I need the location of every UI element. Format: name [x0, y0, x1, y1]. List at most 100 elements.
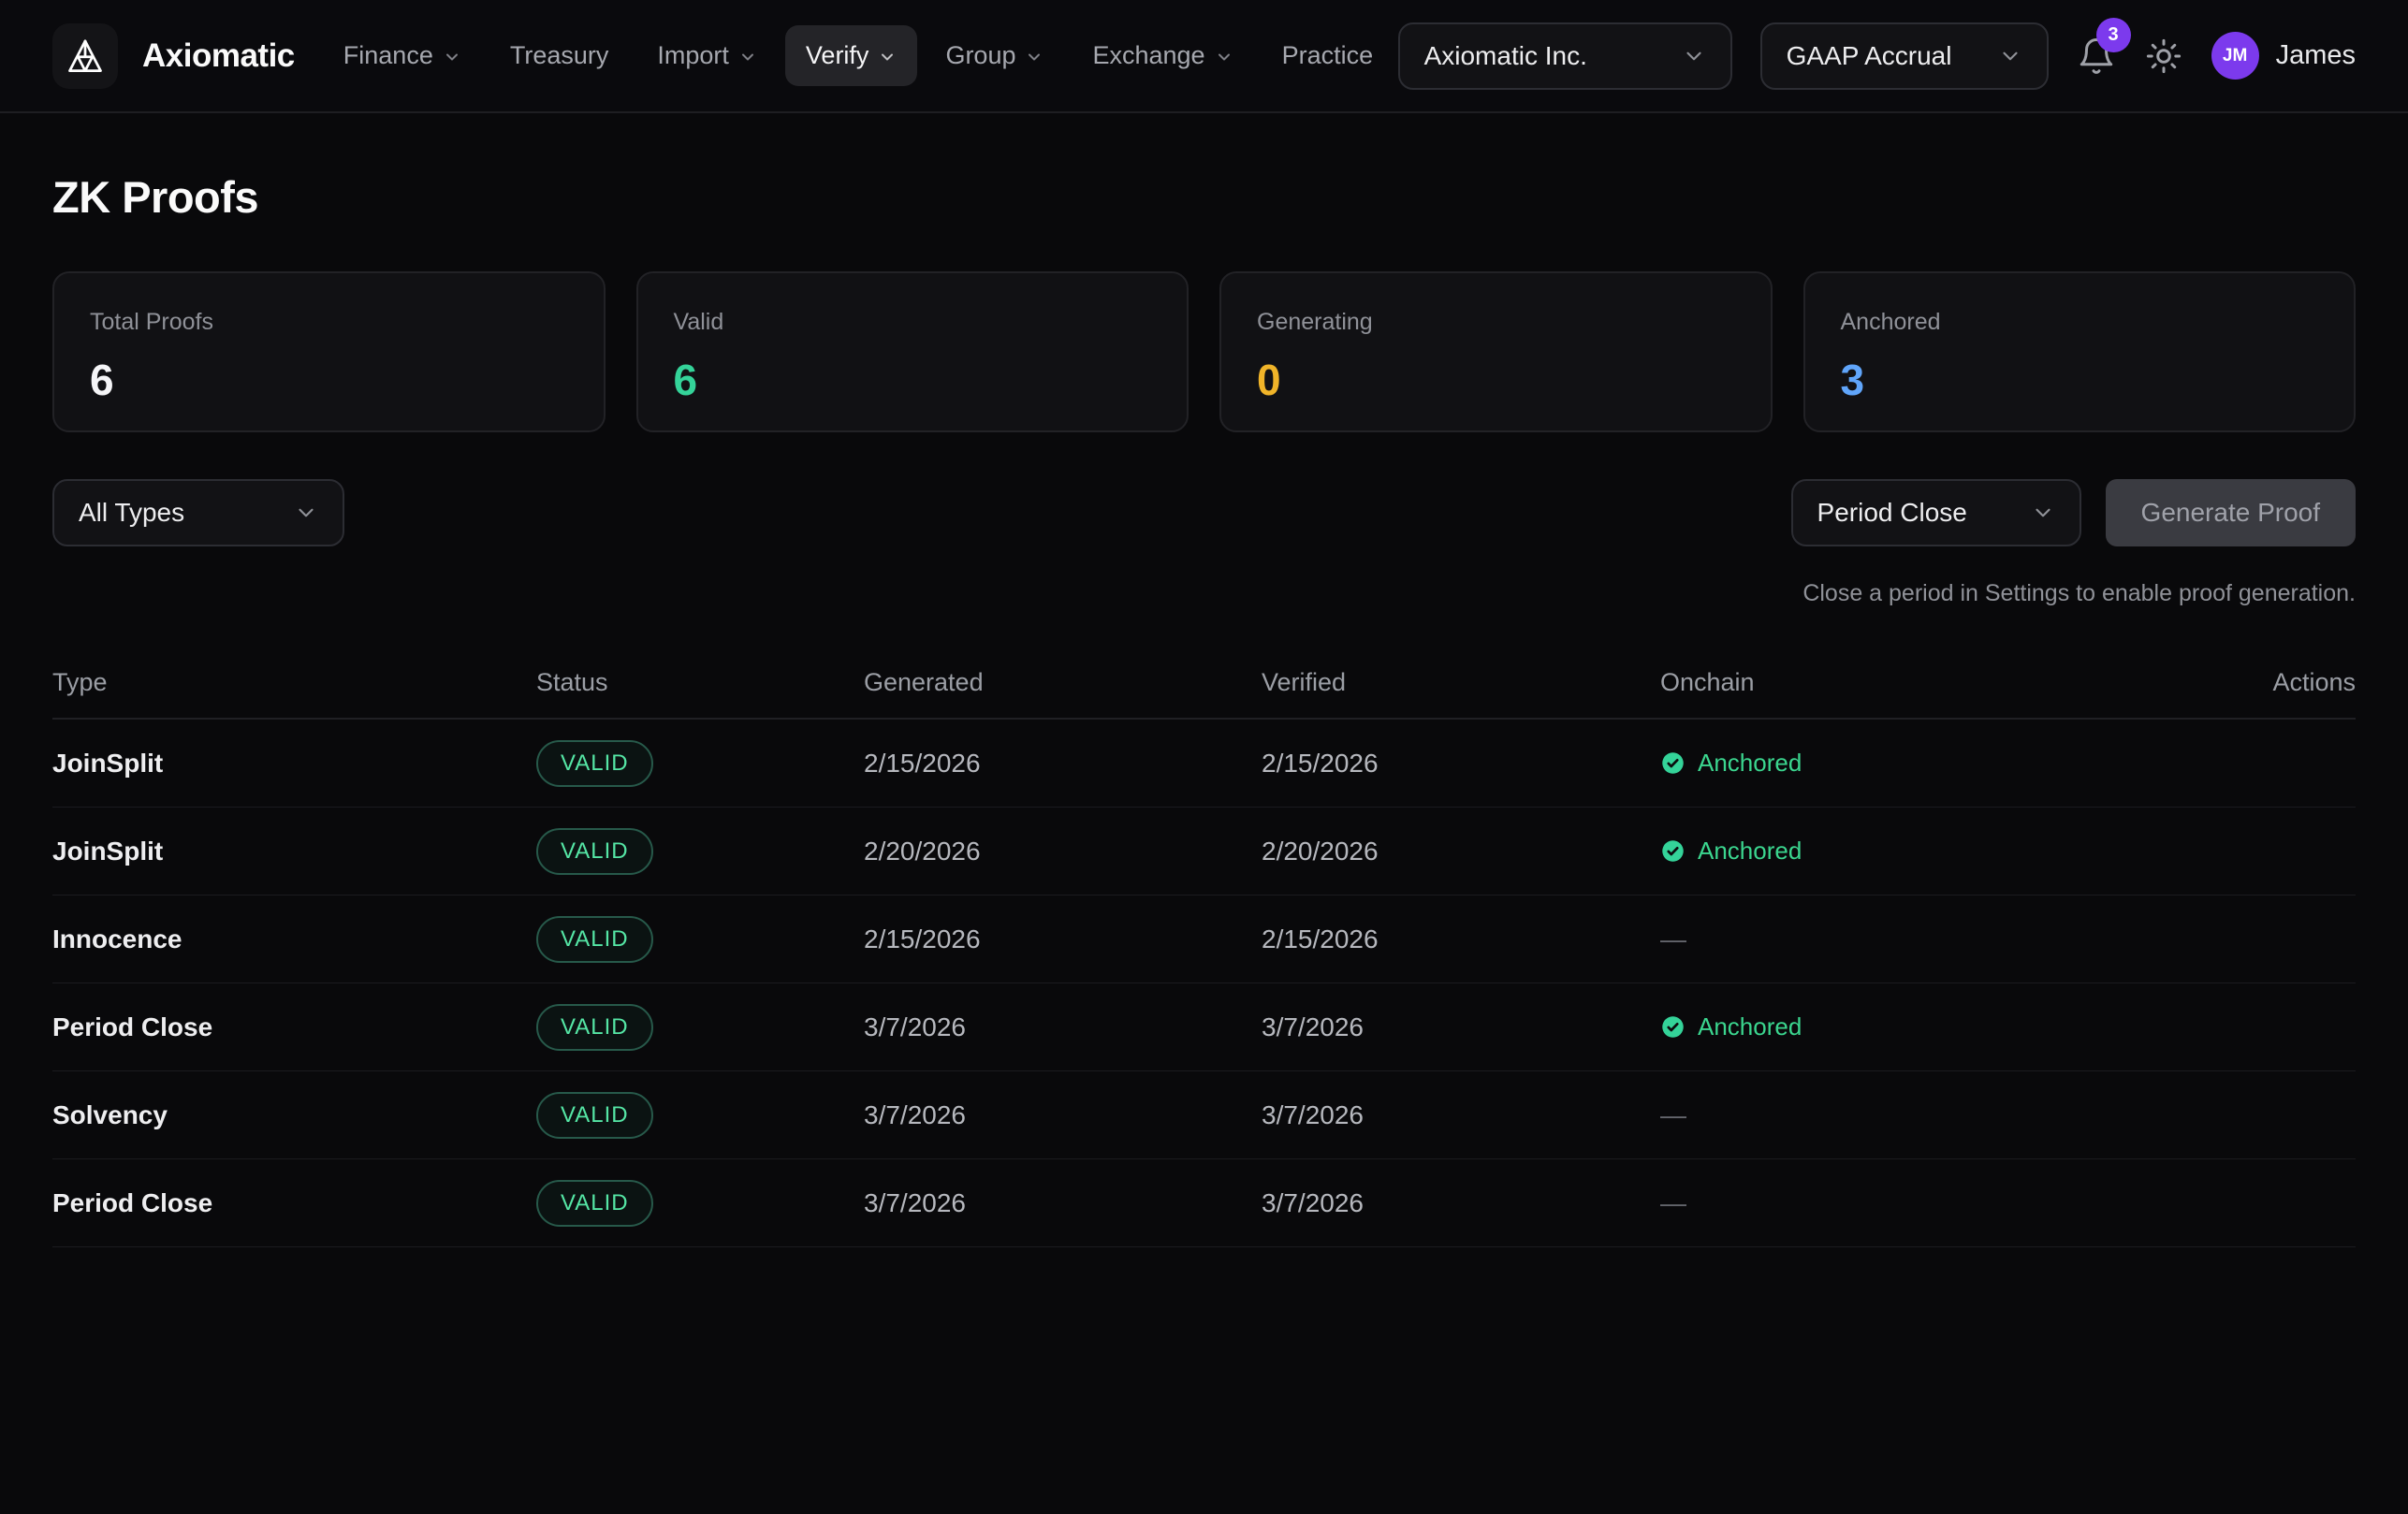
generate-proof-type-selector[interactable]: Period Close [1791, 479, 2081, 546]
generated-date-cell: 3/7/2026 [864, 1188, 1262, 1218]
verified-date-cell: 3/7/2026 [1262, 1188, 1660, 1218]
verified-date-cell: 2/15/2026 [1262, 749, 1660, 779]
nav-item-label: Exchange [1092, 41, 1204, 70]
nav-item-verify[interactable]: Verify [785, 25, 918, 86]
onchain-status-cell: — [1660, 924, 2168, 954]
proof-type-cell: JoinSplit [52, 749, 536, 779]
generated-date-cell: 3/7/2026 [864, 1100, 1262, 1130]
table-header-row: Type Status Generated Verified Onchain A… [52, 647, 2356, 720]
stat-card-valid: Valid 6 [636, 271, 1189, 432]
table-row: Period Close VALID 3/7/2026 3/7/2026 — [52, 1159, 2356, 1247]
ledger-selector[interactable]: GAAP Accrual [1760, 22, 2049, 90]
stat-value: 3 [1841, 355, 2319, 405]
proofs-table: Type Status Generated Verified Onchain A… [52, 647, 2356, 1247]
status-badge: VALID [536, 916, 653, 963]
stat-value: 6 [90, 355, 568, 405]
topbar-controls: Axiomatic Inc. GAAP Accrual 3 JM James [1398, 22, 2356, 90]
notifications-button[interactable]: 3 [2077, 36, 2116, 76]
filter-toolbar: All Types Period Close Generate Proof [52, 479, 2356, 546]
proof-type-filter-value: All Types [79, 498, 184, 528]
proof-type-cell: JoinSplit [52, 837, 536, 866]
chevron-down-icon [1025, 48, 1043, 66]
nav-item-import[interactable]: Import [636, 25, 778, 86]
generated-date-cell: 2/15/2026 [864, 749, 1262, 779]
stat-value: 6 [674, 355, 1152, 405]
brand-name: Axiomatic [142, 37, 295, 75]
nav-item-label: Treasury [510, 41, 609, 70]
table-row: JoinSplit VALID 2/15/2026 2/15/2026 Anch… [52, 720, 2356, 808]
proof-type-cell: Period Close [52, 1012, 536, 1042]
table-row: Period Close VALID 3/7/2026 3/7/2026 Anc… [52, 983, 2356, 1071]
user-menu[interactable]: JM James [2211, 32, 2356, 80]
nav-item-label: Group [945, 41, 1015, 70]
ledger-selector-value: GAAP Accrual [1787, 41, 1952, 71]
status-badge: VALID [536, 740, 653, 787]
onchain-label: Anchored [1698, 749, 1802, 778]
chevron-down-icon [1998, 44, 2022, 68]
stats-cards: Total Proofs 6 Valid 6 Generating 0 Anch… [52, 271, 2356, 432]
table-row: Solvency VALID 3/7/2026 3/7/2026 — [52, 1071, 2356, 1159]
stat-card-total-proofs: Total Proofs 6 [52, 271, 606, 432]
anchored-check-icon [1660, 750, 1686, 776]
onchain-status-cell: — [1660, 1188, 2168, 1218]
column-header-actions: Actions [2168, 668, 2356, 697]
table-row: Innocence VALID 2/15/2026 2/15/2026 — [52, 895, 2356, 983]
chevron-down-icon [1215, 48, 1233, 66]
theme-toggle-button[interactable] [2144, 36, 2183, 76]
stat-value: 0 [1257, 355, 1735, 405]
company-selector-value: Axiomatic Inc. [1424, 41, 1587, 71]
stat-label: Valid [674, 309, 1152, 336]
generated-date-cell: 3/7/2026 [864, 1012, 1262, 1042]
proof-type-cell: Period Close [52, 1188, 536, 1218]
onchain-status-cell: Anchored [1660, 837, 2168, 866]
main-content: ZK Proofs Total Proofs 6 Valid 6 Generat… [0, 171, 2408, 1247]
axiomatic-logo-icon [52, 23, 118, 89]
nav-item-exchange[interactable]: Exchange [1072, 25, 1253, 86]
brand[interactable]: Axiomatic [52, 23, 295, 89]
generate-proof-type-value: Period Close [1817, 498, 1967, 528]
column-header-type: Type [52, 668, 536, 697]
onchain-label: Anchored [1698, 837, 1802, 866]
status-badge: VALID [536, 828, 653, 875]
verified-date-cell: 2/15/2026 [1262, 924, 1660, 954]
chevron-down-icon [738, 48, 757, 66]
primary-nav: Finance Treasury Import Verify Group Exc… [323, 25, 1394, 86]
column-header-verified: Verified [1262, 668, 1660, 697]
stat-card-generating: Generating 0 [1219, 271, 1773, 432]
proof-type-filter[interactable]: All Types [52, 479, 344, 546]
status-badge: VALID [536, 1180, 653, 1227]
column-header-status: Status [536, 668, 864, 697]
avatar: JM [2211, 32, 2259, 80]
generate-controls: Period Close Generate Proof [1791, 479, 2356, 546]
stat-label: Generating [1257, 309, 1735, 336]
generated-date-cell: 2/15/2026 [864, 924, 1262, 954]
notification-count-badge: 3 [2096, 18, 2131, 52]
generate-proof-button[interactable]: Generate Proof [2106, 479, 2356, 546]
onchain-status-cell: Anchored [1660, 749, 2168, 778]
proof-type-cell: Innocence [52, 924, 536, 954]
top-navigation-bar: Axiomatic Finance Treasury Import Verify… [0, 0, 2408, 113]
status-badge: VALID [536, 1092, 653, 1139]
nav-item-finance[interactable]: Finance [323, 25, 482, 86]
nav-item-label: Import [657, 41, 729, 70]
company-selector[interactable]: Axiomatic Inc. [1398, 22, 1732, 90]
status-badge: VALID [536, 1004, 653, 1051]
column-header-onchain: Onchain [1660, 668, 2168, 697]
verified-date-cell: 3/7/2026 [1262, 1012, 1660, 1042]
table-row: JoinSplit VALID 2/20/2026 2/20/2026 Anch… [52, 808, 2356, 895]
onchain-status-cell: Anchored [1660, 1012, 2168, 1041]
anchored-check-icon [1660, 1014, 1686, 1040]
anchored-check-icon [1660, 838, 1686, 864]
nav-item-practice[interactable]: Practice [1262, 25, 1394, 86]
nav-item-label: Verify [806, 41, 869, 70]
onchain-status-cell: — [1660, 1100, 2168, 1130]
nav-item-group[interactable]: Group [925, 25, 1064, 86]
onchain-label: Anchored [1698, 1012, 1802, 1041]
chevron-down-icon [878, 48, 897, 66]
nav-item-treasury[interactable]: Treasury [489, 25, 630, 86]
verified-date-cell: 2/20/2026 [1262, 837, 1660, 866]
chevron-down-icon [294, 501, 318, 525]
nav-item-label: Finance [343, 41, 433, 70]
column-header-generated: Generated [864, 668, 1262, 697]
verified-date-cell: 3/7/2026 [1262, 1100, 1660, 1130]
